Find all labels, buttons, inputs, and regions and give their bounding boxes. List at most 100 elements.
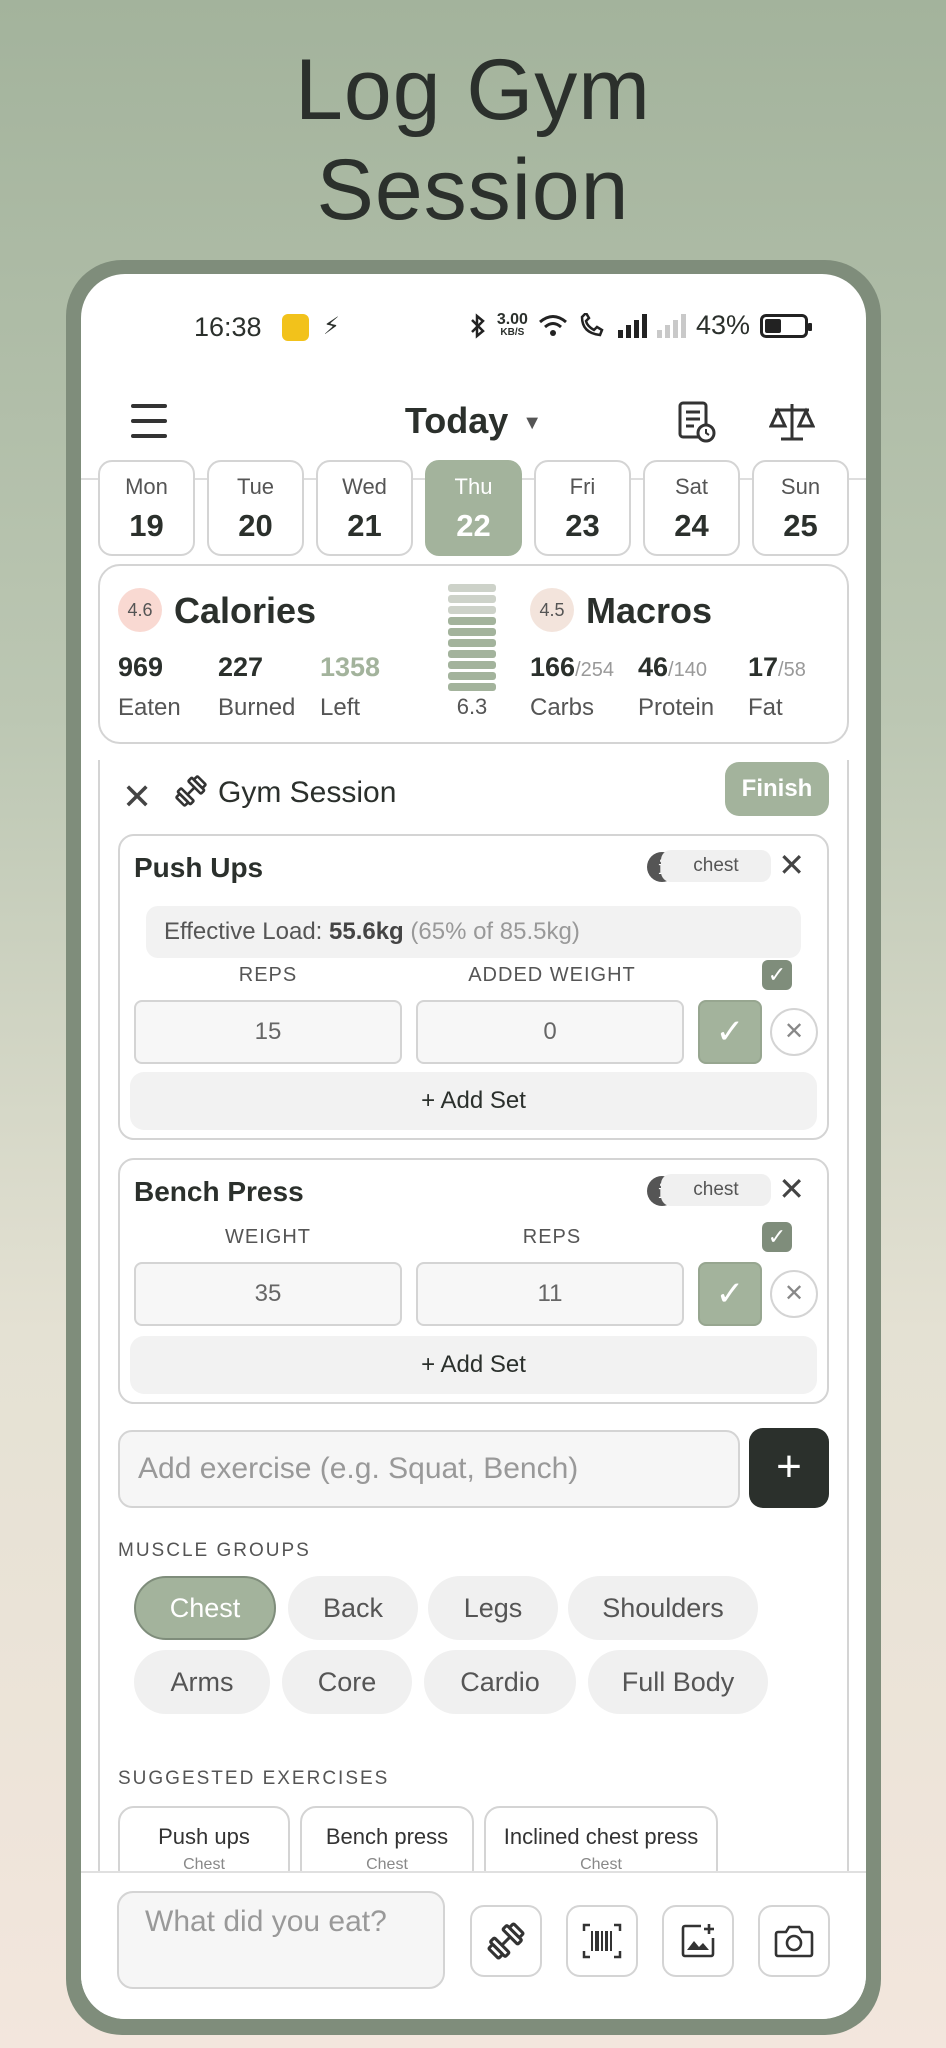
day-date: 25: [783, 508, 818, 543]
day-mon[interactable]: Mon 19: [98, 460, 195, 556]
chip-cardio[interactable]: Cardio: [424, 1650, 576, 1714]
chip-legs[interactable]: Legs: [428, 1576, 558, 1640]
hero-title: Log Gym Session: [0, 40, 946, 240]
exercise-name: Push Ups: [134, 852, 264, 883]
carbs-amount: 166: [530, 652, 576, 682]
chip-full-body[interactable]: Full Body: [588, 1650, 768, 1714]
day-name: Sun: [780, 474, 821, 499]
day-date: 22: [456, 508, 491, 543]
hero-title-line1: Log Gym: [295, 42, 651, 138]
reps-input[interactable]: 15: [134, 1000, 402, 1064]
add-set-button[interactable]: + Add Set: [130, 1336, 817, 1394]
suggested-exercises-label: SUGGESTED EXERCISES: [118, 1768, 390, 1789]
exercise-name: Bench Press: [134, 1176, 304, 1207]
phone-frame: 16:38 ⚡ 3.00 KB/S 43% Today ▼ Mon 19 Tue…: [66, 260, 881, 2035]
notification-icon: [282, 314, 309, 341]
day-thu[interactable]: Thu 22: [425, 460, 522, 556]
date-title: Today: [404, 400, 509, 441]
gym-session-panel: ✕ Gym Session Finish Push Ups i chest ✕ …: [98, 760, 849, 2019]
protein-value: 46/140: [638, 652, 707, 683]
effective-load-value: 55.6kg: [329, 918, 404, 945]
fat-amount: 17: [748, 652, 779, 682]
day-date: 19: [129, 508, 164, 543]
calories-burned-label: Burned: [218, 694, 296, 721]
add-exercise-input[interactable]: Add exercise (e.g. Squat, Bench): [118, 1430, 740, 1508]
finish-button[interactable]: Finish: [725, 762, 829, 816]
day-date: 21: [347, 508, 382, 543]
day-name: Thu: [454, 474, 493, 499]
exercise-card: Push Ups i chest ✕ Effective Load: 55.6k…: [118, 834, 829, 1140]
bluetooth-icon: [470, 312, 485, 339]
carbs-target: /254: [575, 659, 614, 681]
chevron-down-icon: ▼: [522, 411, 543, 434]
battery-icon: [760, 313, 812, 338]
macros-title: Macros: [586, 590, 713, 631]
column-label-added-weight: ADDED WEIGHT: [468, 964, 636, 986]
add-set-button[interactable]: + Add Set: [130, 1072, 817, 1130]
signal-icon: [617, 313, 647, 338]
protein-label: Protein: [638, 694, 715, 721]
day-name: Sat: [674, 474, 709, 499]
chip-chest[interactable]: Chest: [134, 1576, 276, 1640]
network-speed: 3.00 KB/S: [497, 311, 528, 339]
bottom-input-bar: What did you eat?: [81, 1871, 866, 2019]
date-selector[interactable]: Today ▼: [81, 400, 866, 442]
dumbbell-icon[interactable]: [470, 1905, 542, 1977]
day-name: Tue: [236, 474, 275, 499]
daily-summary-card[interactable]: 4.6 Calories 969 Eaten 227 Burned 1358 L…: [98, 564, 849, 744]
muscle-tag: chest: [661, 850, 771, 882]
phone-screen: 16:38 ⚡ 3.00 KB/S 43% Today ▼ Mon 19 Tue…: [81, 274, 866, 2019]
added-weight-input[interactable]: 0: [416, 1000, 684, 1064]
chip-shoulders[interactable]: Shoulders: [568, 1576, 758, 1640]
reps-input[interactable]: 11: [416, 1262, 684, 1326]
column-label-reps: REPS: [238, 964, 298, 986]
day-tue[interactable]: Tue 20: [207, 460, 304, 556]
day-wed[interactable]: Wed 21: [316, 460, 413, 556]
day-date: 23: [565, 508, 600, 543]
delete-set-button[interactable]: ✕: [770, 1008, 818, 1056]
barcode-icon[interactable]: [566, 1905, 638, 1977]
score-meter: [448, 584, 496, 691]
calories-left-value: 1358: [320, 652, 381, 682]
effective-load: Effective Load: 55.6kg (65% of 85.5kg): [146, 906, 801, 958]
chip-back[interactable]: Back: [288, 1576, 418, 1640]
battery-percent: 43%: [695, 310, 750, 340]
remove-exercise-icon[interactable]: ✕: [778, 1170, 805, 1208]
weight-input[interactable]: 35: [134, 1262, 402, 1326]
report-icon[interactable]: [668, 394, 724, 450]
exercise-card: Bench Press i chest ✕ WEIGHT REPS ✓ 35 1…: [118, 1158, 829, 1404]
day-sat[interactable]: Sat 24: [643, 460, 740, 556]
day-name: Fri: [569, 474, 596, 499]
day-date: 20: [238, 508, 273, 543]
add-exercise-button[interactable]: +: [749, 1428, 829, 1508]
day-date: 24: [674, 508, 709, 543]
remove-exercise-icon[interactable]: ✕: [778, 846, 805, 884]
day-name: Wed: [342, 474, 387, 499]
calories-title: Calories: [174, 590, 317, 631]
complete-all-checkbox[interactable]: ✓: [762, 1222, 792, 1252]
set-done-button[interactable]: ✓: [698, 1262, 762, 1326]
dumbbell-icon: [174, 774, 208, 813]
day-fri[interactable]: Fri 23: [534, 460, 631, 556]
food-input[interactable]: What did you eat?: [117, 1891, 445, 1989]
muscle-groups-label: MUSCLE GROUPS: [118, 1540, 311, 1561]
day-sun[interactable]: Sun 25: [752, 460, 849, 556]
column-label-reps: REPS: [522, 1226, 582, 1248]
week-day-strip: Mon 19 Tue 20 Wed 21 Thu 22 Fri 23 Sat 24 Sun 2…: [98, 460, 849, 556]
wifi-icon: [538, 314, 567, 336]
chip-core[interactable]: Core: [282, 1650, 412, 1714]
chip-arms[interactable]: Arms: [134, 1650, 270, 1714]
day-name: Mon: [125, 474, 168, 499]
suggested-exercise-name: Push ups: [158, 1824, 250, 1849]
suggested-exercise-name: Inclined chest press: [503, 1824, 699, 1849]
scale-icon[interactable]: [764, 394, 820, 450]
delete-set-button[interactable]: ✕: [770, 1270, 818, 1318]
image-add-icon[interactable]: [662, 1905, 734, 1977]
score-meter-value: 6.3: [456, 694, 488, 719]
camera-icon[interactable]: [758, 1905, 830, 1977]
gym-session-title: Gym Session: [218, 776, 397, 809]
status-bar: 16:38 ⚡ 3.00 KB/S 43%: [81, 310, 866, 350]
close-icon[interactable]: ✕: [122, 776, 152, 818]
complete-all-checkbox[interactable]: ✓: [762, 960, 792, 990]
set-done-button[interactable]: ✓: [698, 1000, 762, 1064]
